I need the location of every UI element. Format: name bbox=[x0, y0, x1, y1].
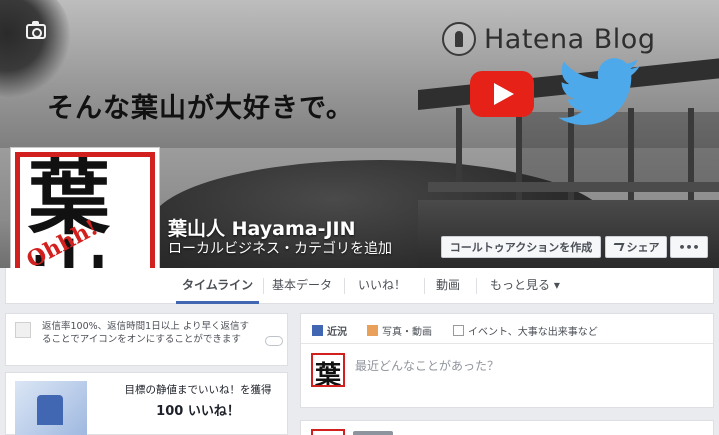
composer-avatar-text: 葉 bbox=[315, 361, 342, 387]
response-icon bbox=[15, 322, 31, 338]
twitter-icon bbox=[558, 58, 640, 125]
add-category-link[interactable]: ローカルビジネス・カテゴリを追加 bbox=[168, 238, 392, 258]
composer-tab-event[interactable]: イベント、大事な出来事など bbox=[453, 323, 598, 338]
response-rate-text: 返信率100%、返信時間1日以上 より早く返信することでアイコンをオンにすること… bbox=[42, 321, 250, 345]
tab-likes[interactable]: いいね！ bbox=[358, 276, 406, 304]
composer-tab-status-label: 近況 bbox=[327, 327, 347, 338]
composer-tab-photo-label: 写真・動画 bbox=[382, 327, 432, 338]
more-options-button[interactable]: ••• bbox=[670, 236, 708, 258]
cta-button[interactable]: コールトゥアクションを作成 bbox=[441, 236, 601, 258]
hatena-logo: Hatena Blog bbox=[442, 21, 702, 57]
post-author-name bbox=[353, 431, 393, 435]
photo-icon bbox=[367, 325, 378, 336]
tab-timeline[interactable]: タイムライン bbox=[176, 276, 260, 304]
tab-more[interactable]: もっと見る ▾ bbox=[490, 276, 560, 304]
camera-icon[interactable] bbox=[26, 21, 46, 39]
post-avatar bbox=[311, 429, 345, 435]
pencil-icon bbox=[312, 325, 323, 336]
post-composer: 近況 写真・動画 イベント、大事な出来事など 葉 bbox=[300, 313, 714, 408]
tab-divider bbox=[344, 278, 345, 294]
like-goal-card: 目標の静値までいいね！を獲得 100 いいね！ bbox=[5, 372, 288, 435]
composer-tab-photo[interactable]: 写真・動画 bbox=[367, 323, 432, 338]
page-root: Hatena Blog そんな葉山が大好きで。 葉山人 Hayama-JIN ロ… bbox=[0, 0, 719, 435]
calendar-icon bbox=[453, 325, 464, 336]
like-thumbnail bbox=[15, 381, 87, 435]
tab-videos[interactable]: 動画 bbox=[436, 276, 460, 304]
cover-tagline: そんな葉山が大好きで。 bbox=[47, 93, 354, 124]
page-name[interactable]: 葉山人 Hayama-JIN bbox=[168, 214, 356, 241]
tab-divider bbox=[263, 278, 264, 294]
share-label: シェア bbox=[626, 241, 660, 254]
share-button[interactable]: シェア bbox=[605, 236, 667, 258]
composer-tab-status[interactable]: 近況 bbox=[312, 323, 347, 338]
tab-divider bbox=[476, 278, 477, 294]
hatena-icon bbox=[442, 22, 476, 56]
response-rate-card: 返信率100%、返信時間1日以上 より早く返信することでアイコンをオンにすること… bbox=[5, 313, 288, 366]
composer-tab-event-label: イベント、大事な出来事など bbox=[468, 327, 598, 338]
composer-input[interactable] bbox=[355, 354, 695, 378]
post-card bbox=[300, 420, 714, 435]
like-goal-text: 目標の静値までいいね！を獲得 bbox=[124, 384, 272, 396]
response-toggle[interactable] bbox=[265, 336, 283, 346]
share-icon bbox=[611, 243, 624, 251]
youtube-icon bbox=[470, 71, 534, 117]
tab-divider bbox=[424, 278, 425, 294]
tab-about[interactable]: 基本データ bbox=[272, 276, 332, 304]
composer-tabs: 近況 写真・動画 イベント、大事な出来事など bbox=[301, 314, 713, 344]
like-goal-count: 100 いいね！ bbox=[156, 404, 240, 419]
page-tabs: タイムライン 基本データ いいね！ 動画 もっと見る ▾ bbox=[5, 268, 714, 304]
composer-avatar: 葉 bbox=[311, 353, 345, 387]
cover-tree bbox=[0, 0, 70, 100]
hatena-label: Hatena Blog bbox=[484, 23, 656, 55]
